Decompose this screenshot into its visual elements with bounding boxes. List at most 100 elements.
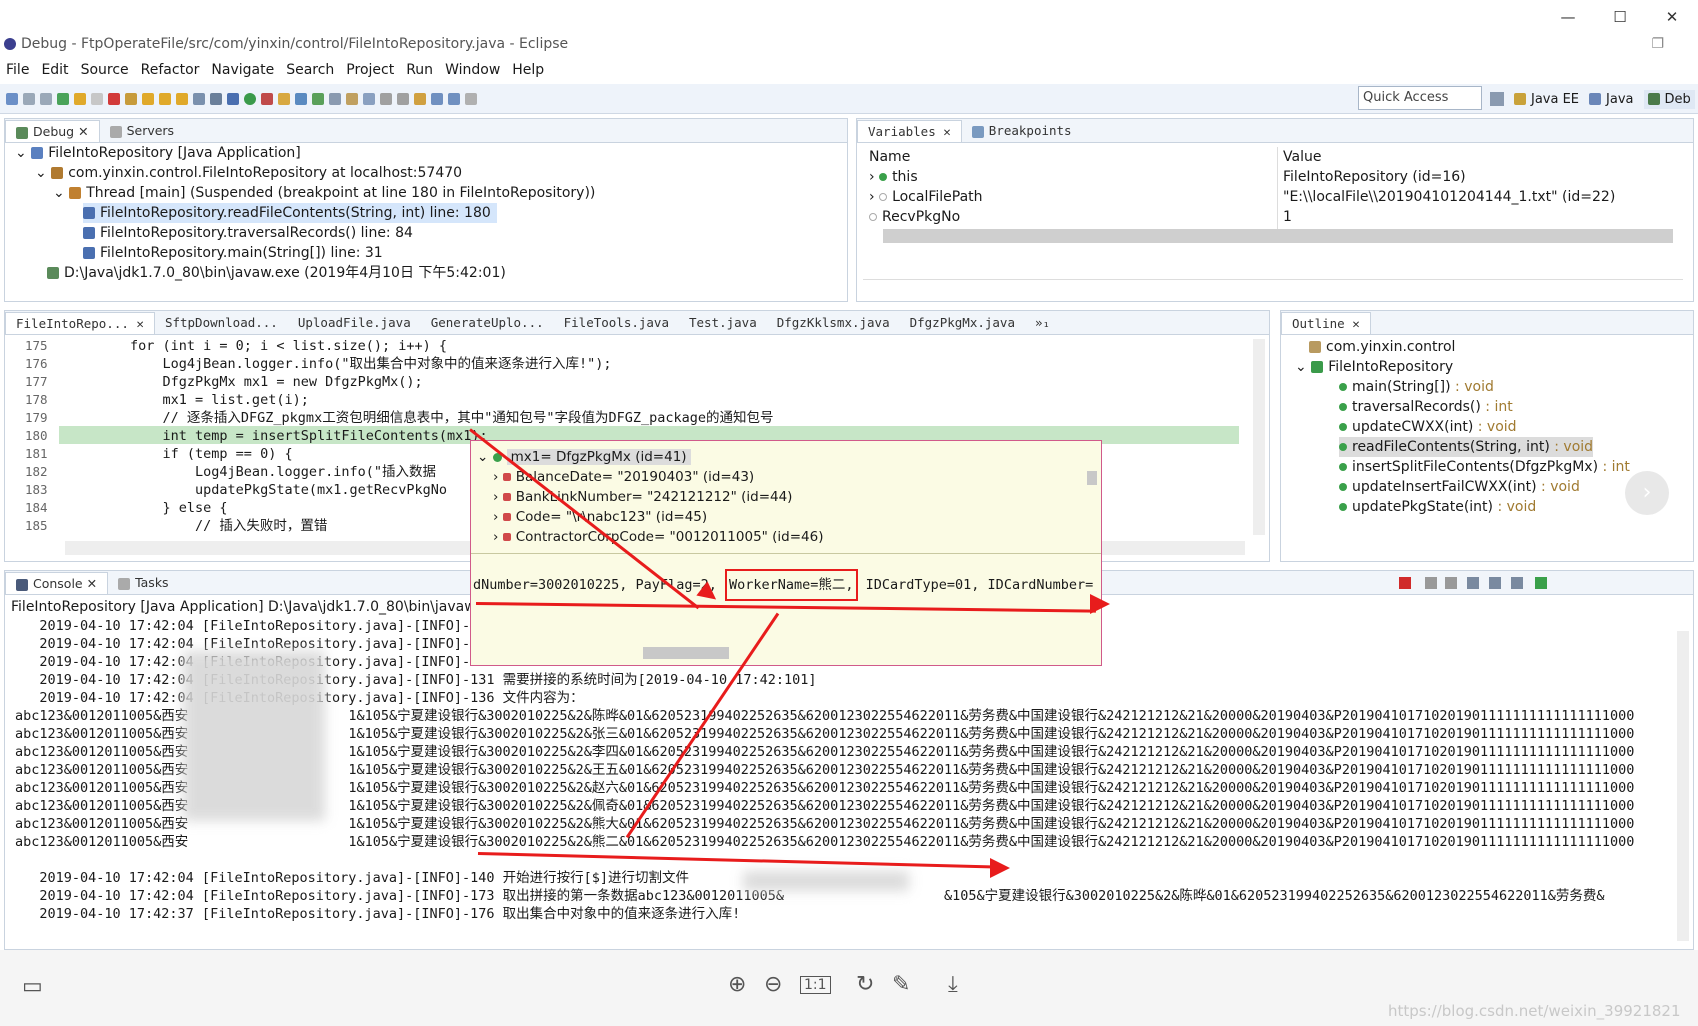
menu-help[interactable]: Help [512,58,552,82]
remove-all-icon[interactable] [1445,577,1457,589]
tree-item-application[interactable]: ⌄ FileIntoRepository [Java Application] [15,143,301,163]
tab-editor[interactable]: UploadFile.java [288,312,421,334]
step-over-icon[interactable] [159,92,171,105]
hover-field[interactable]: › ContractorCorpCode= "0012011005" (id=4… [493,527,824,547]
menu-source[interactable]: Source [81,58,137,82]
last-edit-icon[interactable] [414,92,426,105]
edit-icon[interactable]: ✎ [892,972,910,997]
outline-class[interactable]: ⌄ FileIntoRepository [1295,357,1453,377]
code-line[interactable]: // 逐条插入DFGZ_pkgmx工资包明细信息表中，其中"通知包号"字段值为D… [65,409,774,427]
resume-icon[interactable] [74,92,86,105]
tab-tasks[interactable]: Tasks [108,572,179,594]
menu-edit[interactable]: Edit [41,58,76,82]
variable-row[interactable]: RecvPkgNo [869,207,960,227]
variable-row[interactable]: › LocalFilePath [869,187,983,207]
tab-editor-active[interactable]: FileIntoRepo... ✕ [5,312,155,334]
restore-icon[interactable]: ❐ [1651,36,1664,52]
next-page-icon[interactable]: › [1625,471,1669,515]
forward-icon[interactable] [448,92,460,105]
disconnect-icon[interactable] [125,92,137,105]
open-perspective-icon[interactable] [1490,92,1504,106]
stack-frame[interactable]: FileIntoRepository.traversalRecords() li… [83,223,413,243]
terminate-icon[interactable] [108,92,120,105]
suspend-icon[interactable] [91,92,103,105]
minimize-button[interactable]: — [1542,0,1594,34]
hover-root[interactable]: ⌄ mx1= DfgzPkgMx (id=41) [477,447,691,467]
tab-editor[interactable]: GenerateUplo... [421,312,554,334]
menu-navigate[interactable]: Navigate [211,58,282,82]
menu-window[interactable]: Window [445,58,508,82]
perspective-java-ee[interactable]: Java EE [1514,92,1579,107]
column-name[interactable]: Name [869,147,910,167]
perspective-java[interactable]: Java [1589,92,1634,107]
variable-row[interactable]: › this [869,167,918,187]
tab-servers[interactable]: Servers [100,120,185,142]
menu-file[interactable]: File [6,58,37,82]
tab-outline[interactable]: Outline ✕ [1281,312,1371,334]
terminate-console-icon[interactable] [1399,577,1411,589]
new-java-project-icon[interactable] [278,92,290,105]
rotate-icon[interactable]: ↻ [856,972,874,997]
new-class-icon[interactable] [312,92,324,105]
outline-method[interactable]: insertSplitFileContents(DfgzPkgMx) : int [1339,457,1630,477]
zoom-out-icon[interactable]: ⊖ [764,972,782,997]
outline-method[interactable]: traversalRecords() : int [1339,397,1513,417]
maximize-button[interactable]: ☐ [1594,0,1646,34]
tab-variables[interactable]: Variables ✕ [857,120,962,142]
code-line[interactable]: if (temp == 0) { [65,445,293,463]
tab-debug[interactable]: Debug ✕ [5,120,100,142]
quick-access-field[interactable]: Quick Access [1358,86,1482,110]
hover-scrollbar[interactable] [643,647,729,659]
outline-package[interactable]: com.yinxin.control [1309,337,1455,357]
clear-console-icon[interactable] [1467,577,1479,589]
menu-search[interactable]: Search [286,58,342,82]
code-line[interactable]: updatePkgState(mx1.getRecvPkgNo [65,481,447,499]
code-line[interactable]: // 插入失败时，置错 [65,517,327,535]
step-return-icon[interactable] [176,92,188,105]
thumbnail-icon[interactable]: ▭ [22,974,43,999]
pin-editor-icon[interactable] [465,92,477,105]
download-icon[interactable]: ⤓ [948,972,958,997]
code-line[interactable]: for (int i = 0; i < list.size(); i++) { [65,337,447,355]
new-icon[interactable] [6,92,18,105]
menu-run[interactable]: Run [406,58,441,82]
tree-item-thread[interactable]: ⌄ Thread [main] (Suspended (breakpoint a… [53,183,595,203]
skip-breakpoints-icon[interactable] [57,92,69,105]
code-line[interactable]: mx1 = list.get(i); [65,391,309,409]
outline-method[interactable]: readFileContents(String, int) : void [1339,437,1594,457]
search-icon[interactable] [346,92,358,105]
tab-editor[interactable]: SftpDownload... [155,312,288,334]
outline-method[interactable]: updatePkgState(int) : void [1339,497,1536,517]
stack-frame[interactable]: FileIntoRepository.main(String[]) line: … [83,243,383,263]
code-line[interactable]: Log4jBean.logger.info("插入数据 [65,463,436,481]
tab-editor[interactable]: DfgzPkgMx.java [900,312,1025,334]
open-console-icon[interactable] [1535,577,1547,589]
new-package-icon[interactable] [295,92,307,105]
tab-console[interactable]: Console ✕ [5,572,109,594]
tab-breakpoints[interactable]: Breakpoints [962,120,1082,142]
save-icon[interactable] [23,92,35,105]
tab-editor[interactable]: FileTools.java [554,312,679,334]
outline-method[interactable]: updateInsertFailCWXX(int) : void [1339,477,1580,497]
back-icon[interactable] [431,92,443,105]
print-icon[interactable] [40,92,52,105]
debug-icon[interactable] [227,92,239,105]
menu-project[interactable]: Project [346,58,402,82]
step-into-icon[interactable] [142,92,154,105]
outline-method[interactable]: main(String[]) : void [1339,377,1494,397]
actual-size-icon[interactable]: 1:1 [800,976,831,994]
outline-method[interactable]: updateCWXX(int) : void [1339,417,1517,437]
vertical-scrollbar[interactable] [1253,339,1265,535]
tab-editor[interactable]: Test.java [679,312,767,334]
pin-console-icon[interactable] [1511,577,1523,589]
open-type-icon[interactable] [329,92,341,105]
code-line[interactable]: Log4jBean.logger.info("取出集合中对象中的值来逐条进行入库… [65,355,612,373]
tree-item-process[interactable]: D:\Java\jdk1.7.0_80\bin\javaw.exe (2019年… [47,263,506,283]
menu-refactor[interactable]: Refactor [141,58,208,82]
scroll-lock-icon[interactable] [1489,577,1501,589]
horizontal-scrollbar[interactable] [883,229,1673,243]
next-annotation-icon[interactable] [380,92,392,105]
tab-overflow[interactable]: »₁ [1025,312,1060,334]
previous-annotation-icon[interactable] [397,92,409,105]
tab-editor[interactable]: DfgzKklsmx.java [767,312,900,334]
